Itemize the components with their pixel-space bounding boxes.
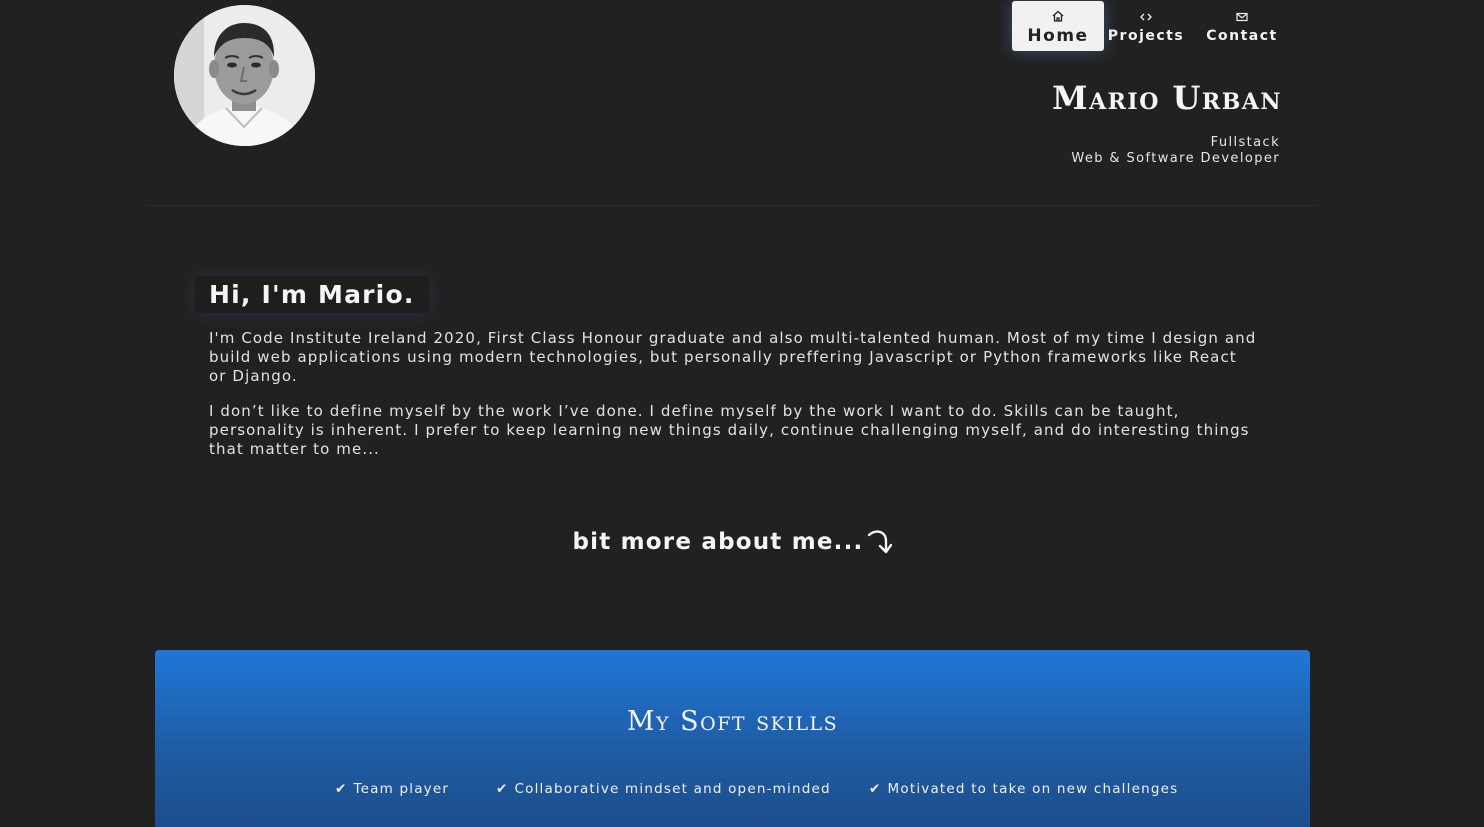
soft-skill-item: ✔ Collaborative mindset and open-minded [496, 781, 831, 797]
avatar-portrait [174, 5, 315, 146]
soft-skills-title: My Soft skills [626, 706, 839, 737]
curved-arrow-icon [867, 530, 892, 554]
site-owner-name: Mario Urban [1052, 79, 1282, 117]
code-icon [1140, 13, 1152, 21]
mail-icon [1236, 12, 1248, 22]
avatar [174, 5, 315, 146]
soft-skills-section: My Soft skills ✔ Team player ✔ Collaborati… [155, 650, 1310, 827]
intro-heading: Hi, I'm Mario. [195, 276, 429, 313]
intro-paragraph-2: I don’t like to define myself by the wor… [209, 402, 1250, 458]
nav-contact-link[interactable]: Contact [1196, 1, 1288, 44]
check-icon: ✔ [496, 781, 509, 797]
soft-skill-label: Team player [353, 781, 450, 797]
soft-skill-item: ✔ Team player [335, 781, 449, 797]
check-icon: ✔ [335, 781, 348, 797]
more-about-me-link[interactable]: bit more about me... [0, 527, 1464, 555]
nav-home-link[interactable]: Home [1012, 1, 1104, 51]
subtitle-line-2: Web & Software Developer [1071, 151, 1280, 166]
subtitle-line-1: Fullstack [1210, 135, 1280, 150]
soft-skill-item: ✔ Motivated to take on new challenges [869, 781, 1178, 797]
nav-home-label: Home [1027, 26, 1089, 46]
header-divider [148, 205, 1316, 206]
nav-projects-link[interactable]: Projects [1104, 1, 1188, 44]
main-nav: Home Projects Contact [1012, 1, 1288, 51]
nav-contact-label: Contact [1206, 28, 1278, 44]
nav-projects-label: Projects [1107, 28, 1185, 44]
home-icon [1052, 10, 1064, 22]
soft-skill-label: Motivated to take on new challenges [887, 781, 1179, 797]
page: Home Projects Contact Mario Urban Fullst… [0, 0, 1484, 827]
check-icon: ✔ [869, 781, 882, 797]
intro-paragraph-1: I'm Code Institute Ireland 2020, First C… [209, 329, 1257, 385]
soft-skill-label: Collaborative mindset and open-minded [514, 781, 831, 797]
site-subtitle: Fullstack Web & Software Developer [1071, 135, 1280, 167]
more-about-me-label: bit more about me... [572, 529, 864, 555]
